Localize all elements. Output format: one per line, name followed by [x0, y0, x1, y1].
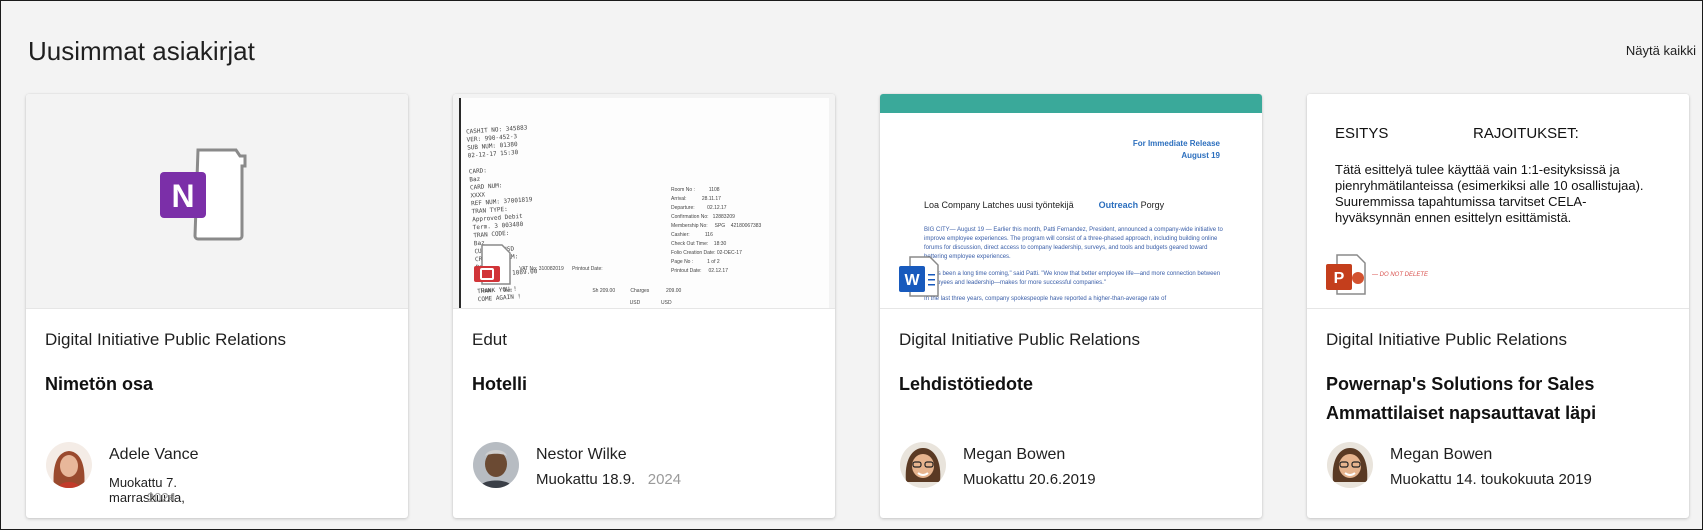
svg-text:W: W	[904, 272, 920, 289]
document-title: Hotelli	[472, 374, 528, 394]
site-name: Edut	[472, 330, 507, 349]
avatar-megan-bowen-icon	[1327, 442, 1373, 488]
modified-date: Muokattu 7. marraskuuta,2024	[109, 475, 185, 505]
author-name: Nestor Wilke	[536, 446, 627, 463]
avatar	[1327, 442, 1373, 488]
document-thumbnail: CASHIT NO: 345883 VER: 990-452-3 SUB NUM…	[453, 94, 835, 309]
avatar-megan-bowen-icon	[900, 442, 946, 488]
modified-date: Muokattu 20.6.2019	[963, 471, 1096, 488]
document-card-lehdistotiedote[interactable]: For Immediate Release August 19 Loa Comp…	[880, 94, 1262, 518]
site-name: Digital Initiative Public Relations	[1326, 330, 1567, 349]
avatar	[473, 442, 519, 488]
avatar	[900, 442, 946, 488]
document-thumbnail: For Immediate Release August 19 Loa Comp…	[880, 94, 1262, 309]
show-all-link[interactable]: Näytä kaikki	[1626, 43, 1696, 58]
document-thumbnail: ESITYS RAJOITUKSET: Tätä esittelyä tulee…	[1307, 94, 1689, 309]
author-name: Megan Bowen	[963, 446, 1066, 463]
author-name: Adele Vance	[109, 446, 199, 463]
svg-text:P: P	[1334, 270, 1345, 287]
svg-text:N: N	[171, 178, 194, 214]
document-title: Powernap's Solutions for Sales Ammattila…	[1326, 374, 1597, 423]
avatar	[46, 442, 92, 488]
modified-date: Muokattu 18.9. 2024	[536, 471, 682, 488]
powerpoint-icon: P	[1326, 254, 1366, 295]
receipt-preview: CASHIT NO: 345883 VER: 990-452-3 SUB NUM…	[459, 98, 829, 308]
site-name: Digital Initiative Public Relations	[899, 330, 1140, 349]
avatar-adele-vance-icon	[46, 442, 92, 488]
document-card-powernap[interactable]: ESITYS RAJOITUKSET: Tätä esittelyä tulee…	[1307, 94, 1689, 518]
document-thumbnail: N	[26, 94, 408, 309]
word-icon: W	[899, 256, 939, 297]
document-title: Nimetön osa	[45, 374, 154, 394]
avatar-nestor-wilke-icon	[473, 442, 519, 488]
modified-date: Muokattu 14. toukokuuta 2019	[1390, 471, 1592, 488]
onenote-icon: N	[160, 148, 247, 241]
document-card-nimeton-osa[interactable]: N Digital Initiative Public Relations Ni…	[26, 94, 408, 518]
document-title: Lehdistötiedote	[899, 374, 1033, 394]
site-name: Digital Initiative Public Relations	[45, 330, 286, 349]
document-card-hotelli[interactable]: CASHIT NO: 345883 VER: 990-452-3 SUB NUM…	[453, 94, 835, 518]
author-name: Megan Bowen	[1390, 446, 1493, 463]
recent-documents-section: Uusimmat asiakirjat Näytä kaikki N Digit…	[0, 0, 1703, 530]
pdf-icon	[474, 244, 511, 285]
section-title: Uusimmat asiakirjat	[28, 36, 255, 66]
